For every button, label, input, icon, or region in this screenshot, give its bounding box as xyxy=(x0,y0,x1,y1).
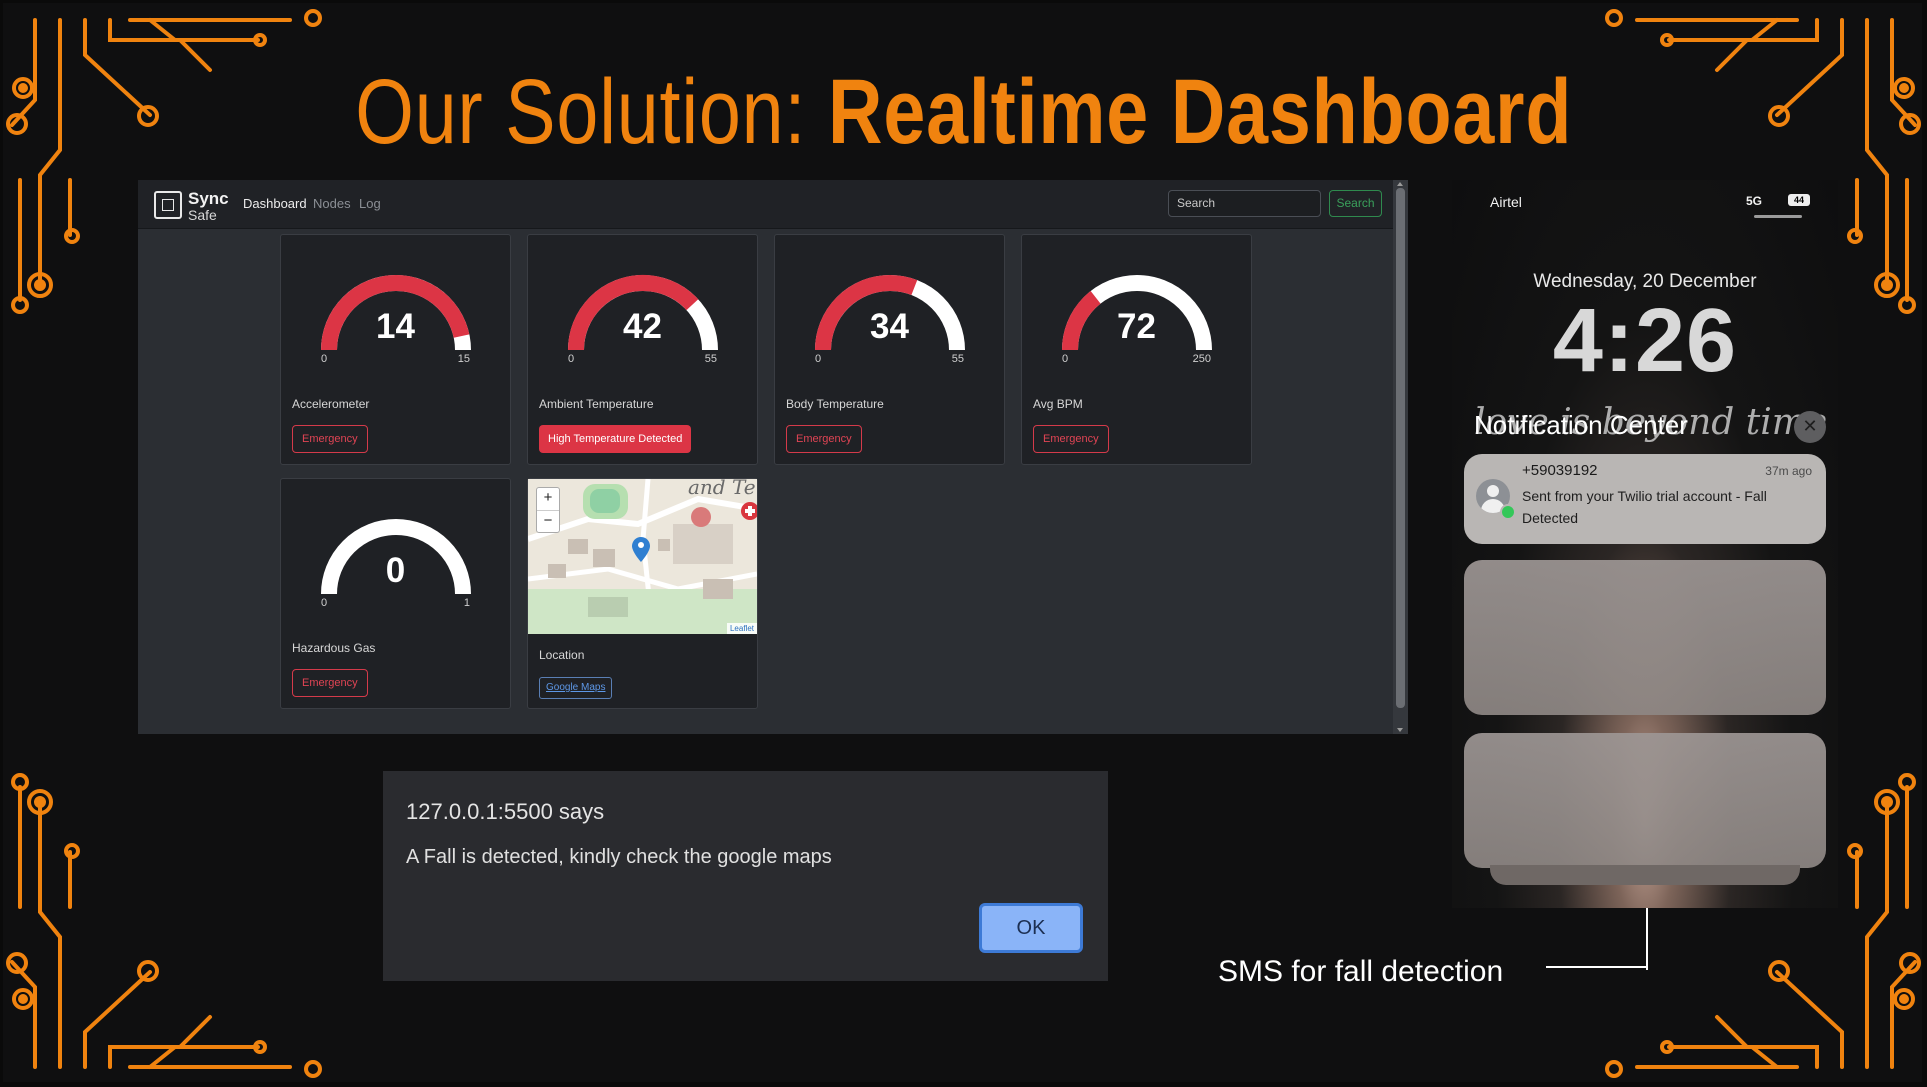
slide-title: Our Solution: Realtime Dashboard xyxy=(174,60,1754,165)
carrier-name: Airtel xyxy=(1490,194,1522,210)
search-input[interactable]: Search xyxy=(1168,190,1321,217)
scroll-thumb[interactable] xyxy=(1396,188,1405,708)
gauge-max-label: 250 xyxy=(1192,353,1211,365)
dialog-origin: 127.0.0.1:5500 says xyxy=(406,799,605,824)
messages-badge-icon xyxy=(1500,504,1516,520)
sensor-label: Hazardous Gas xyxy=(292,641,376,655)
circuit-decoration-bottom-left xyxy=(6,773,322,1078)
brand-logo[interactable]: Sync Safe xyxy=(154,186,234,224)
notification-center-title: Notification Center xyxy=(1474,410,1688,440)
google-maps-link[interactable]: Google Maps xyxy=(539,677,613,699)
gauge-min-label: 0 xyxy=(321,597,328,609)
location-card: and Te + − Leaflet Location Google Maps xyxy=(527,478,758,709)
high-temperature-alert-button[interactable]: High Temperature Detected xyxy=(539,425,692,453)
dialog-message: A Fall is detected, kindly check the goo… xyxy=(406,846,832,868)
brand-name-line2: Safe xyxy=(188,207,217,223)
emergency-button[interactable]: Emergency xyxy=(1033,425,1109,453)
sms-notification[interactable]: +59039192 37m ago Sent from your Twilio … xyxy=(1464,454,1826,544)
blurred-notification[interactable] xyxy=(1464,560,1826,715)
map-place-label: and Te xyxy=(688,479,756,499)
gauge-max-label: 1 xyxy=(463,597,470,609)
network-indicator: 5G xyxy=(1746,194,1763,208)
callout-line xyxy=(1546,966,1648,968)
gauge-max-label: 55 xyxy=(704,353,717,365)
gauge-min-label: 0 xyxy=(568,353,575,365)
chip-logo-icon xyxy=(154,191,182,219)
blurred-notification[interactable] xyxy=(1464,733,1826,868)
sensor-card: 72 0 250 Avg BPM Emergency xyxy=(1021,234,1252,465)
status-indicator-bar xyxy=(1754,215,1802,218)
phone-lock-screen: Airtel 5G 44 Wednesday, 20 December 4:26… xyxy=(1452,180,1838,908)
slide-title-bold: Realtime Dashboard xyxy=(828,61,1573,163)
notification-time: 37m ago xyxy=(1765,464,1812,478)
zoom-in-button[interactable]: + xyxy=(537,488,559,511)
gauge-max-label: 55 xyxy=(951,353,964,365)
sensor-card: 34 0 55 Body Temperature Emergency xyxy=(774,234,1005,465)
gauge-value: 42 xyxy=(623,307,662,346)
dashboard-window: Sync Safe Dashboard Nodes Log Search Sea… xyxy=(138,180,1408,734)
map-tiles xyxy=(528,479,757,634)
nav-log[interactable]: Log xyxy=(359,196,381,211)
search-button[interactable]: Search xyxy=(1329,190,1382,217)
sensor-label: Accelerometer xyxy=(292,397,370,411)
emergency-button[interactable]: Emergency xyxy=(786,425,862,453)
navbar: Sync Safe Dashboard Nodes Log Search Sea… xyxy=(138,180,1393,229)
nav-nodes[interactable]: Nodes xyxy=(313,196,351,211)
sensor-card: 0 0 1 Hazardous Gas Emergency xyxy=(280,478,511,709)
map-zoom-control: + − xyxy=(536,487,560,533)
close-icon[interactable]: ✕ xyxy=(1794,411,1826,443)
gauge-value: 34 xyxy=(870,307,909,346)
gauge-value: 14 xyxy=(376,307,415,346)
brand-name-line1: Sync xyxy=(188,189,229,208)
gauge-min-label: 0 xyxy=(815,353,822,365)
gauge-value: 0 xyxy=(385,551,406,590)
callout-line xyxy=(1646,908,1648,970)
gauge-min-label: 0 xyxy=(1062,353,1069,365)
gauge-min-label: 0 xyxy=(321,353,328,365)
sensor-label: Ambient Temperature xyxy=(539,397,654,411)
gauge-max-label: 15 xyxy=(457,353,470,365)
emergency-button[interactable]: Emergency xyxy=(292,425,368,453)
nav-dashboard[interactable]: Dashboard xyxy=(243,196,307,211)
location-label: Location xyxy=(539,648,585,662)
scroll-up-arrow-icon[interactable] xyxy=(1397,182,1403,186)
sms-caption: SMS for fall detection xyxy=(1218,955,1504,988)
sensor-card: 14 0 15 Accelerometer Emergency xyxy=(280,234,511,465)
battery-icon: 44 xyxy=(1788,194,1810,206)
emergency-button[interactable]: Emergency xyxy=(292,669,368,697)
notification-body: Sent from your Twilio trial account - Fa… xyxy=(1522,488,1767,526)
sensor-label: Avg BPM xyxy=(1033,397,1083,411)
dialog-ok-button[interactable]: OK xyxy=(979,903,1083,953)
alert-dialog: 127.0.0.1:5500 says A Fall is detected, … xyxy=(383,771,1108,981)
lock-time: 4:26 xyxy=(1552,291,1738,391)
slide-title-regular: Our Solution: xyxy=(355,61,829,163)
zoom-out-button[interactable]: − xyxy=(537,511,559,533)
sensor-card: 42 0 55 Ambient Temperature High Temperature… xyxy=(527,234,758,465)
gauge-value: 72 xyxy=(1117,307,1156,346)
location-map[interactable]: and Te + − Leaflet xyxy=(528,479,757,634)
notification-stack-edge xyxy=(1490,865,1800,885)
leaflet-attribution[interactable]: Leaflet xyxy=(726,623,757,634)
notification-sender: +59039192 xyxy=(1522,462,1598,479)
sensor-label: Body Temperature xyxy=(786,397,884,411)
scrollbar[interactable] xyxy=(1393,180,1408,734)
scroll-down-arrow-icon[interactable] xyxy=(1397,728,1403,732)
